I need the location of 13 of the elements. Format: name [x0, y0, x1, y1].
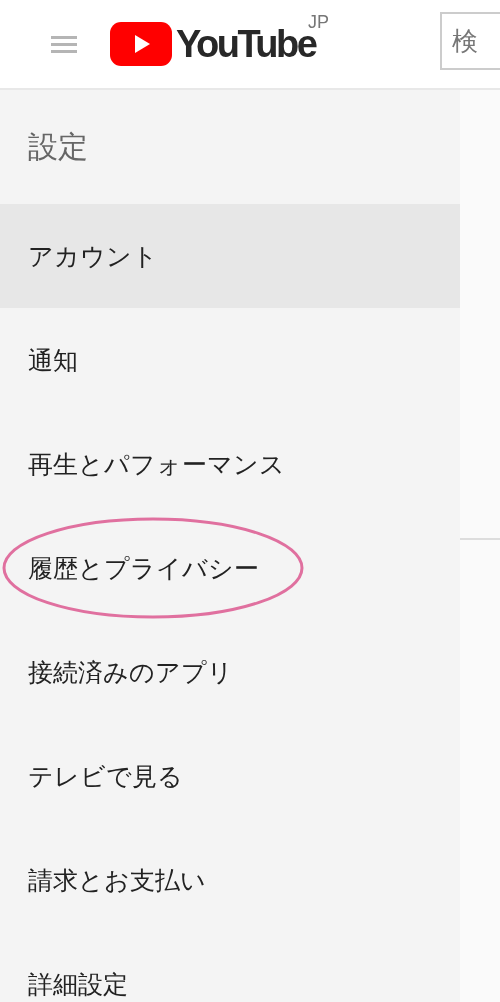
sidebar-item[interactable]: 履歴とプライバシー	[0, 516, 460, 620]
sidebar-item[interactable]: 再生とパフォーマンス	[0, 412, 460, 516]
region-label: JP	[308, 12, 329, 32]
sidebar-item[interactable]: 詳細設定	[0, 932, 460, 1002]
sidebar-item[interactable]: テレビで見る	[0, 724, 460, 828]
sidebar-item[interactable]: アカウント	[0, 204, 460, 308]
settings-title: 設定	[27, 127, 89, 166]
play-logo-icon[interactable]	[110, 22, 172, 66]
sidebar-item[interactable]: 接続済みのアプリ	[0, 620, 460, 724]
search-field[interactable]: 検	[440, 12, 500, 70]
sidebar-item[interactable]: 通知	[0, 308, 460, 412]
menu-icon[interactable]	[51, 34, 77, 54]
sidebar-item[interactable]: 請求とお支払い	[0, 828, 460, 932]
